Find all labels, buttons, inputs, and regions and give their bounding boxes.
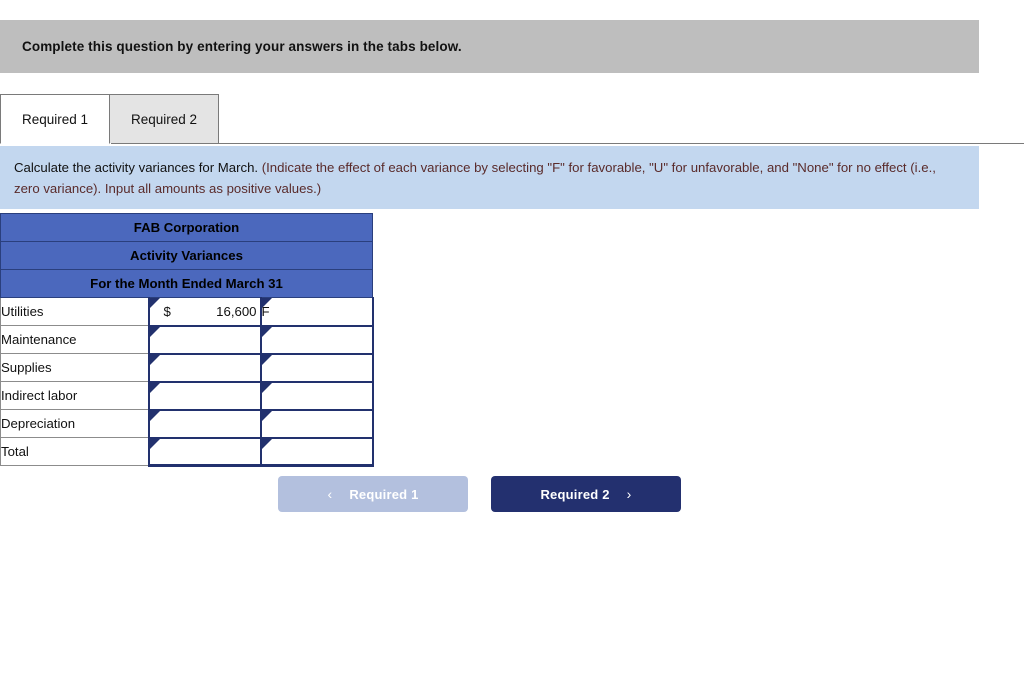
cell-corner-marker-icon bbox=[149, 326, 160, 337]
effect-select-supplies[interactable] bbox=[259, 353, 374, 383]
table-title-period: For the Month Ended March 31 bbox=[0, 269, 373, 298]
question-banner-text: Calculate the activity variances for Mar… bbox=[14, 157, 965, 199]
amount-currency-utilities: $ bbox=[163, 303, 171, 319]
table-title-company: FAB Corporation bbox=[0, 213, 373, 242]
tab-required-1[interactable]: Required 1 bbox=[0, 94, 110, 144]
row-label-indirect-labor: Indirect labor bbox=[0, 381, 149, 410]
tab-required-2-label: Required 2 bbox=[130, 111, 198, 127]
cell-corner-marker-icon bbox=[149, 382, 160, 393]
table-row: Supplies bbox=[0, 353, 374, 383]
amount-input-maintenance[interactable] bbox=[147, 325, 262, 355]
question-banner: Calculate the activity variances for Mar… bbox=[0, 146, 979, 209]
amount-input-utilities[interactable]: $ 16,600 bbox=[147, 297, 262, 327]
amount-input-supplies[interactable] bbox=[147, 353, 262, 383]
cell-corner-marker-icon bbox=[261, 382, 272, 393]
next-required-2-button[interactable]: Required 2 › bbox=[491, 476, 681, 512]
chevron-left-icon: ‹ bbox=[327, 486, 333, 502]
previous-required-1-button[interactable]: ‹ Required 1 bbox=[278, 476, 468, 512]
tab-required-2[interactable]: Required 2 bbox=[109, 94, 219, 144]
effect-select-total[interactable] bbox=[259, 437, 374, 467]
row-label-utilities: Utilities bbox=[0, 297, 149, 326]
activity-variances-table: FAB Corporation Activity Variances For t… bbox=[0, 213, 374, 467]
next-button-label: Required 2 bbox=[540, 486, 610, 502]
effect-select-utilities[interactable]: F bbox=[259, 297, 374, 327]
chevron-right-icon: › bbox=[626, 486, 632, 502]
cell-corner-marker-icon bbox=[261, 410, 272, 421]
instruction-bar: Complete this question by entering your … bbox=[0, 20, 979, 73]
previous-button-label: Required 1 bbox=[349, 486, 419, 502]
table-title-row-statement: Activity Variances bbox=[0, 241, 373, 270]
instruction-bar-text: Complete this question by entering your … bbox=[22, 39, 462, 54]
tab-bar: Required 1 Required 2 bbox=[0, 93, 219, 144]
effect-value-utilities: F bbox=[261, 303, 270, 319]
cell-corner-marker-icon bbox=[261, 438, 272, 449]
table-title-statement: Activity Variances bbox=[0, 241, 373, 270]
amount-input-total[interactable] bbox=[147, 437, 262, 467]
amount-input-depreciation[interactable] bbox=[147, 409, 262, 439]
cell-corner-marker-icon bbox=[149, 410, 160, 421]
table-title-row-company: FAB Corporation bbox=[0, 213, 373, 242]
cell-corner-marker-icon bbox=[261, 354, 272, 365]
row-label-depreciation: Depreciation bbox=[0, 409, 149, 438]
table-title-row-period: For the Month Ended March 31 bbox=[0, 269, 373, 298]
table-row: Indirect labor bbox=[0, 381, 374, 411]
cell-corner-marker-icon bbox=[149, 354, 160, 365]
amount-input-indirect-labor[interactable] bbox=[147, 381, 262, 411]
table-row: Depreciation bbox=[0, 409, 374, 439]
row-label-supplies: Supplies bbox=[0, 353, 149, 382]
tab-required-1-label: Required 1 bbox=[21, 111, 89, 127]
tab-bar-underline bbox=[0, 143, 1024, 144]
table-row: Total bbox=[0, 437, 374, 467]
table-row: Utilities $ 16,600 F bbox=[0, 297, 374, 327]
effect-select-depreciation[interactable] bbox=[259, 409, 374, 439]
table-row: Maintenance bbox=[0, 325, 374, 355]
amount-value-utilities: 16,600 bbox=[216, 303, 257, 319]
row-label-total: Total bbox=[0, 437, 149, 466]
cell-corner-marker-icon bbox=[261, 326, 272, 337]
row-label-maintenance: Maintenance bbox=[0, 325, 149, 354]
cell-corner-marker-icon bbox=[149, 438, 160, 449]
pagination-controls: ‹ Required 1 Required 2 › bbox=[278, 476, 681, 512]
effect-select-indirect-labor[interactable] bbox=[259, 381, 374, 411]
effect-select-maintenance[interactable] bbox=[259, 325, 374, 355]
question-lead-text: Calculate the activity variances for Mar… bbox=[14, 160, 259, 175]
